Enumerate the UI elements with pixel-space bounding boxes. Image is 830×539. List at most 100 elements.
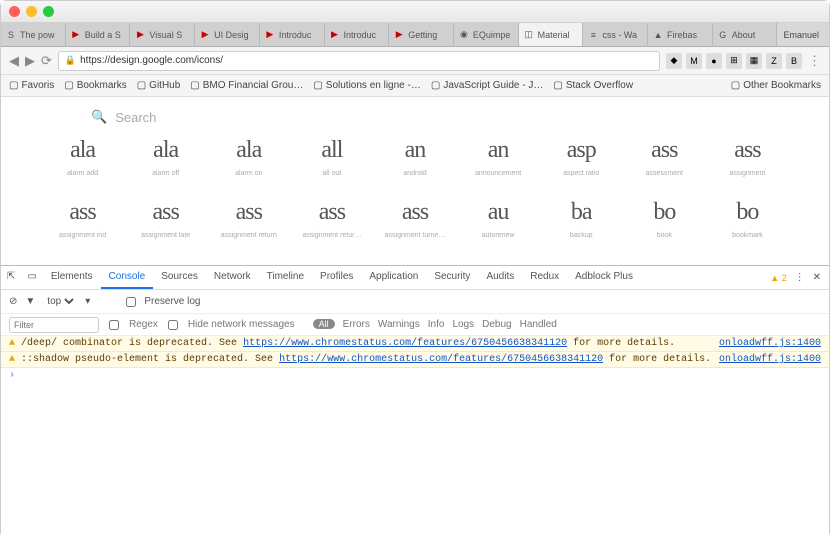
ext-icon[interactable]: ▦: [746, 53, 762, 69]
icon-cell[interactable]: assassignment return: [207, 199, 290, 239]
browser-tab[interactable]: ▶Build a S: [66, 23, 131, 46]
ext-icon[interactable]: B: [786, 53, 802, 69]
log-level[interactable]: Errors: [343, 319, 370, 330]
bookmark-item[interactable]: ▢Solutions en ligne -…: [313, 80, 421, 91]
icon-cell[interactable]: au autorenew: [457, 199, 540, 239]
icon-cell[interactable]: bobook: [623, 199, 706, 239]
icon-cell[interactable]: bobookmark: [706, 199, 789, 239]
browser-tab[interactable]: ▶Introduc: [325, 23, 390, 46]
icon-cell[interactable]: babackup: [540, 199, 623, 239]
icon-cell[interactable]: anannouncement: [457, 137, 540, 177]
devtools-close-icon[interactable]: ✕: [813, 272, 821, 283]
maximize-window[interactable]: [43, 6, 54, 17]
warning-badge[interactable]: ▲ 2: [770, 273, 786, 283]
icon-cell[interactable]: assassignment turne…: [373, 199, 456, 239]
url-field[interactable]: 🔒 https://design.google.com/icons/: [58, 51, 660, 71]
browser-tab[interactable]: ▶Getting: [389, 23, 454, 46]
icon-cell[interactable]: alaalarm off: [124, 137, 207, 177]
icon-cell[interactable]: assassignment retur…: [290, 199, 373, 239]
other-bookmarks[interactable]: ▢Other Bookmarks: [731, 80, 821, 91]
devtools-settings-icon[interactable]: ⋮: [795, 272, 805, 283]
browser-tab[interactable]: ▶Visual S: [130, 23, 195, 46]
search-placeholder[interactable]: Search: [115, 110, 156, 125]
log-level[interactable]: Warnings: [378, 319, 420, 330]
menu-button[interactable]: ⋮: [808, 53, 821, 69]
favicon-icon: ◫: [523, 29, 535, 41]
devtools-tab[interactable]: Timeline: [259, 266, 312, 289]
bookmark-item[interactable]: ▢JavaScript Guide - J…: [431, 80, 544, 91]
message-source[interactable]: onloadwff.js:1400: [719, 338, 821, 349]
log-level[interactable]: Handled: [520, 319, 557, 330]
browser-tab[interactable]: ≡css - Wa: [583, 23, 648, 46]
icon-cell[interactable]: assassignment late: [124, 199, 207, 239]
icon-cell[interactable]: assassessment: [623, 137, 706, 177]
forward-button[interactable]: ▶: [25, 53, 35, 69]
browser-tab[interactable]: ◉EQuimpe: [454, 23, 519, 46]
icon-label: assignment turne…: [373, 232, 456, 239]
log-level[interactable]: Logs: [452, 319, 474, 330]
devtools-tabs: ⇱ ▭ ElementsConsoleSourcesNetworkTimelin…: [1, 266, 829, 290]
preserve-log-label: Preserve log: [144, 296, 200, 307]
browser-tabs: SThe pow▶Build a S▶Visual S▶UI Desig▶Int…: [1, 23, 829, 47]
bookmark-item[interactable]: ▢Stack Overflow: [553, 80, 633, 91]
message-link[interactable]: https://www.chromestatus.com/features/67…: [243, 338, 567, 349]
icon-cell[interactable]: aspaspect ratio: [540, 137, 623, 177]
browser-tab[interactable]: ◫Material: [519, 23, 584, 46]
filter-input[interactable]: [9, 317, 99, 333]
devtools-tab[interactable]: Adblock Plus: [567, 266, 641, 289]
back-button[interactable]: ◀: [9, 53, 19, 69]
icon-glyph: ala: [41, 137, 124, 164]
ext-icon[interactable]: M: [686, 53, 702, 69]
devtools-tab[interactable]: Audits: [478, 266, 522, 289]
minimize-window[interactable]: [26, 6, 37, 17]
user-chip[interactable]: Emanuel: [777, 23, 825, 46]
bookmark-item[interactable]: ▢Bookmarks: [64, 80, 126, 91]
browser-tab[interactable]: ▶UI Desig: [195, 23, 260, 46]
devtools-tab[interactable]: Redux: [522, 266, 567, 289]
icon-cell[interactable]: assassignment ind: [41, 199, 124, 239]
console-prompt[interactable]: ›: [1, 368, 829, 383]
log-level[interactable]: Info: [428, 319, 445, 330]
ext-icon[interactable]: ⊞: [726, 53, 742, 69]
hide-network-checkbox[interactable]: [168, 320, 178, 330]
filter-icon[interactable]: ▼: [25, 296, 35, 307]
address-bar: ◀ ▶ ⟳ 🔒 https://design.google.com/icons/…: [1, 47, 829, 75]
bookmark-item[interactable]: ▢BMO Financial Grou…: [190, 80, 303, 91]
message-source[interactable]: onloadwff.js:1400: [719, 354, 821, 365]
bookmark-item[interactable]: ▢GitHub: [137, 80, 181, 91]
clear-console-icon[interactable]: ⊘: [9, 296, 17, 307]
console-toolbar: ⊘ ▼ top ▾ Preserve log: [1, 290, 829, 314]
ext-icon[interactable]: ◆: [666, 53, 682, 69]
device-icon[interactable]: ▭: [21, 266, 42, 289]
regex-checkbox[interactable]: [109, 320, 119, 330]
log-level[interactable]: All: [313, 319, 335, 329]
browser-tab[interactable]: SThe pow: [1, 23, 66, 46]
devtools-tab[interactable]: Profiles: [312, 266, 361, 289]
devtools-tab[interactable]: Sources: [153, 266, 206, 289]
devtools-tab[interactable]: Console: [101, 266, 154, 289]
icon-cell[interactable]: alaalarm add: [41, 137, 124, 177]
browser-tab[interactable]: ▶Introduc: [260, 23, 325, 46]
devtools-tab[interactable]: Security: [426, 266, 478, 289]
message-link[interactable]: https://www.chromestatus.com/features/67…: [279, 354, 603, 365]
icon-cell[interactable]: assassignment: [706, 137, 789, 177]
reload-button[interactable]: ⟳: [41, 53, 52, 69]
ext-icon[interactable]: Z: [766, 53, 782, 69]
icon-cell[interactable]: anandroid: [373, 137, 456, 177]
inspect-icon[interactable]: ⇱: [1, 266, 21, 289]
browser-tab[interactable]: ▲Firebas: [648, 23, 713, 46]
preserve-log-checkbox[interactable]: [126, 297, 136, 307]
devtools-tab[interactable]: Network: [206, 266, 259, 289]
bookmark-item[interactable]: ▢Favoris: [9, 80, 54, 91]
devtools-tab[interactable]: Application: [361, 266, 426, 289]
close-window[interactable]: [9, 6, 20, 17]
ext-icon[interactable]: ●: [706, 53, 722, 69]
context-selector[interactable]: top: [43, 295, 77, 308]
icon-label: autorenew: [457, 232, 540, 239]
log-level[interactable]: Debug: [482, 319, 511, 330]
devtools-tab[interactable]: Elements: [43, 266, 101, 289]
icon-cell[interactable]: allall out: [290, 137, 373, 177]
icon-glyph: au: [457, 199, 540, 226]
browser-tab[interactable]: GAbout: [713, 23, 778, 46]
icon-cell[interactable]: alaalarm on: [207, 137, 290, 177]
